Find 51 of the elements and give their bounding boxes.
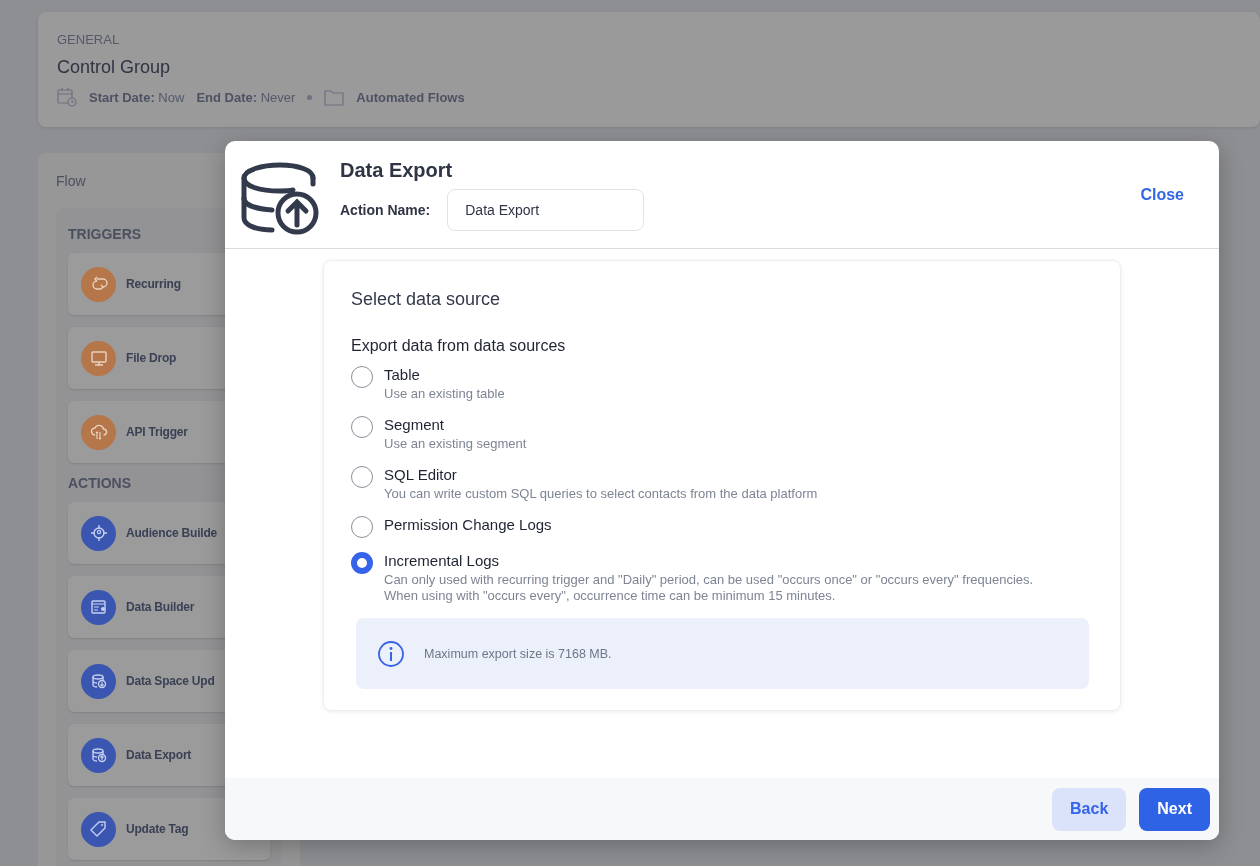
folder-icon [324,88,345,106]
start-date: Start Date: Now [89,89,185,105]
item-label: File Drop [126,351,177,365]
info-text: Maximum export size is 7168 MB. [424,646,612,661]
option-label: SQL Editor [384,466,458,484]
radio-button[interactable] [351,416,373,438]
option-description: You can write custom SQL queries to select contacts from the data platform [384,486,818,502]
option-description: Use an existing table [384,386,505,402]
section-label: GENERAL [57,32,121,47]
item-label: Data Export [126,748,192,762]
database-icon [81,737,116,773]
item-label: API Trigger [126,425,188,439]
item-label: Audience Builde [126,526,217,540]
option-description: Use an existing segment [384,436,527,452]
refresh-icon [81,266,116,302]
item-label: Recurring [126,277,181,291]
target-icon [81,515,116,551]
panel-title: Flow [56,173,87,189]
radio-button[interactable] [351,366,373,388]
radio-button[interactable] [351,516,373,538]
item-label: Data Space Upd [126,674,215,688]
group-heading: TRIGGERS [68,226,143,242]
radio-button[interactable] [351,466,373,488]
option-label: Permission Change Logs [384,516,552,534]
info-icon [377,639,405,668]
item-label: Update Tag [126,822,189,836]
separator-dot [307,94,313,100]
action-name-field[interactable]: Data Export [447,188,645,231]
end-date: End Date: Never [196,89,296,105]
tag-icon [81,811,116,847]
cloud-icon [81,414,116,450]
folder-name: Automated Flows [356,89,465,105]
calendar-clock-icon [57,87,77,107]
field-label: Action Name: [340,201,431,218]
back-button[interactable]: Back [1052,787,1127,831]
monitor-icon [81,340,116,376]
question-text: Export data from data sources [351,337,567,355]
option-label: Segment [384,416,446,434]
option-label: Incremental Logs [384,552,501,570]
item-label: Data Builder [126,600,195,614]
group-title: Control Group [57,57,172,78]
close-button[interactable]: Close [1140,185,1184,204]
section-title: Select data source [351,289,502,310]
dialog-title: Data Export [340,158,454,182]
option-label: Table [384,366,421,384]
radio-button[interactable] [351,552,373,574]
group-heading: ACTIONS [68,475,132,491]
option-description: Can only used with recurring trigger and "Daily" period, can be used "occurs once" or "occurs every" frequencies. When using with "occurs every", occurrence time can be minimum 15 minutes. [384,572,1034,604]
next-button[interactable]: Next [1139,787,1210,831]
table-icon [81,589,116,625]
database-icon [81,663,116,699]
